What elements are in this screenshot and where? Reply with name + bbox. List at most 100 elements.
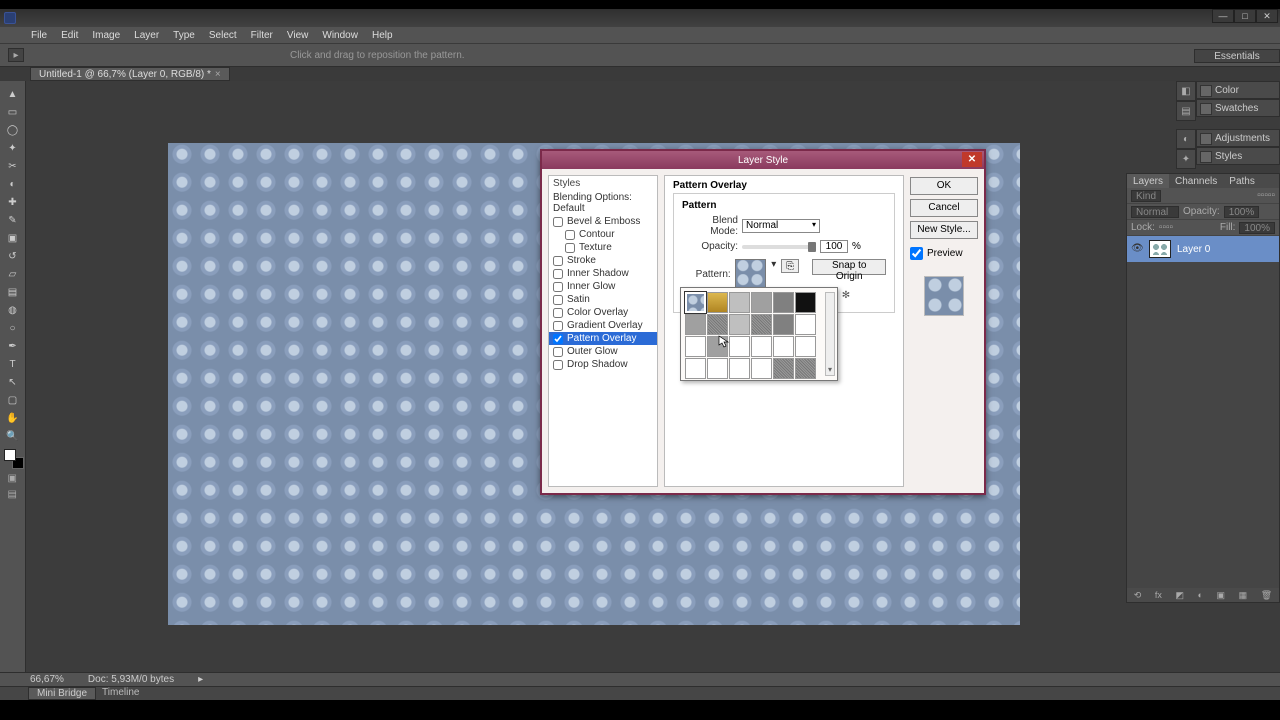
pattern-swatch-item[interactable] (707, 292, 728, 313)
pattern-swatch-item[interactable] (751, 358, 772, 379)
snap-to-origin-button[interactable]: Snap to Origin (812, 259, 886, 275)
quickmask-icon[interactable]: ▣ (8, 473, 18, 485)
style-outer-glow[interactable]: Outer Glow (549, 345, 657, 358)
hand-tool-icon[interactable]: ✋ (2, 409, 24, 427)
color-swatches-icon[interactable] (2, 447, 24, 469)
workspace-essentials-button[interactable]: Essentials (1194, 49, 1280, 63)
window-minimize-button[interactable]: — (1212, 9, 1234, 23)
menu-filter[interactable]: Filter (244, 30, 280, 41)
panel-strip-icon[interactable]: ◐ (1176, 129, 1196, 149)
menu-type[interactable]: Type (166, 30, 202, 41)
doc-info[interactable]: Doc: 5,93M/0 bytes (88, 674, 174, 685)
pattern-swatch-item[interactable] (795, 292, 816, 313)
zoom-tool-icon[interactable]: 🔍 (2, 427, 24, 445)
dialog-close-button[interactable]: ✕ (962, 152, 982, 167)
dodge-tool-icon[interactable]: ○ (2, 319, 24, 337)
layer-name-label[interactable]: Layer 0 (1177, 244, 1210, 255)
blend-mode-select[interactable]: Normal (1131, 206, 1179, 218)
marquee-tool-icon[interactable]: ▭ (2, 103, 24, 121)
menu-view[interactable]: View (280, 30, 316, 41)
lasso-tool-icon[interactable]: ◯ (2, 121, 24, 139)
new-preset-icon[interactable]: ⎘ (781, 259, 799, 273)
pattern-swatch-item[interactable] (685, 336, 706, 357)
close-icon[interactable]: × (215, 69, 221, 80)
style-color-overlay[interactable]: Color Overlay (549, 306, 657, 319)
style-contour[interactable]: Contour (549, 228, 657, 241)
gradient-tool-icon[interactable]: ▤ (2, 283, 24, 301)
pattern-swatch-item[interactable] (795, 336, 816, 357)
pattern-swatch-item[interactable] (685, 314, 706, 335)
picker-scrollbar[interactable]: ▾ (825, 292, 835, 376)
pattern-swatch-item[interactable] (773, 314, 794, 335)
panel-tab-adjustments[interactable]: Adjustments (1196, 129, 1280, 147)
panel-strip-icon[interactable]: ▤ (1176, 101, 1196, 121)
window-maximize-button[interactable]: □ (1234, 9, 1256, 23)
tab-paths[interactable]: Paths (1223, 174, 1261, 188)
blur-tool-icon[interactable]: ◍ (2, 301, 24, 319)
style-stroke[interactable]: Stroke (549, 254, 657, 267)
tab-layers[interactable]: Layers (1127, 174, 1169, 188)
menu-layer[interactable]: Layer (127, 30, 166, 41)
menu-select[interactable]: Select (202, 30, 244, 41)
pattern-swatch-item[interactable] (795, 314, 816, 335)
stamp-tool-icon[interactable]: ▣ (2, 229, 24, 247)
gear-icon[interactable]: ✻ (839, 290, 853, 304)
layer-row[interactable]: 👁 Layer 0 (1127, 236, 1279, 262)
move-tool-icon[interactable]: ▲ (2, 85, 24, 103)
wand-tool-icon[interactable]: ✦ (2, 139, 24, 157)
pattern-swatch-item[interactable] (729, 336, 750, 357)
chevron-right-icon[interactable]: ▸ (198, 674, 203, 685)
adjustment-icon[interactable]: ◐ (1198, 590, 1203, 600)
blend-mode-select[interactable]: Normal (742, 219, 820, 233)
pen-tool-icon[interactable]: ✒ (2, 337, 24, 355)
pattern-swatch-item[interactable] (729, 358, 750, 379)
new-style-button[interactable]: New Style... (910, 221, 978, 239)
crop-tool-icon[interactable]: ✂ (2, 157, 24, 175)
preview-checkbox[interactable] (910, 247, 923, 260)
pattern-swatch-item[interactable] (751, 336, 772, 357)
visibility-icon[interactable]: 👁 (1131, 243, 1143, 255)
panel-tab-color[interactable]: Color (1196, 81, 1280, 99)
style-inner-shadow[interactable]: Inner Shadow (549, 267, 657, 280)
style-satin[interactable]: Satin (549, 293, 657, 306)
lock-icons[interactable]: ▫▫▫▫ (1159, 222, 1173, 233)
style-bevel-emboss[interactable]: Bevel & Emboss (549, 215, 657, 228)
heal-tool-icon[interactable]: ✚ (2, 193, 24, 211)
styles-header[interactable]: Styles (549, 176, 657, 191)
cancel-button[interactable]: Cancel (910, 199, 978, 217)
foreground-color-swatch[interactable] (4, 449, 16, 461)
tab-channels[interactable]: Channels (1169, 174, 1223, 188)
pattern-swatch-item[interactable] (707, 336, 728, 357)
blending-options-row[interactable]: Blending Options: Default (549, 191, 657, 215)
eyedropper-tool-icon[interactable]: ◐ (2, 175, 24, 193)
shape-tool-icon[interactable]: ▢ (2, 391, 24, 409)
pattern-swatch-item[interactable] (795, 358, 816, 379)
group-icon[interactable]: ▣ (1217, 590, 1226, 601)
chevron-down-icon[interactable]: ▾ (770, 259, 777, 270)
filter-icon[interactable]: ▫▫▫▫▫ (1257, 190, 1275, 201)
tab-timeline[interactable]: Timeline (96, 687, 145, 700)
trash-icon[interactable]: 🗑 (1261, 590, 1272, 601)
menu-edit[interactable]: Edit (54, 30, 85, 41)
new-layer-icon[interactable]: ▦ (1239, 590, 1248, 601)
layer-filter-kind[interactable]: Kind (1131, 190, 1161, 202)
tab-mini-bridge[interactable]: Mini Bridge (28, 687, 96, 700)
opacity-value[interactable]: 100% (1224, 206, 1260, 218)
window-close-button[interactable]: ✕ (1256, 9, 1278, 23)
pattern-swatch-item[interactable] (685, 358, 706, 379)
menu-help[interactable]: Help (365, 30, 400, 41)
menu-window[interactable]: Window (315, 30, 365, 41)
pattern-swatch-item[interactable] (773, 292, 794, 313)
pattern-swatch-item[interactable] (773, 336, 794, 357)
history-brush-tool-icon[interactable]: ↺ (2, 247, 24, 265)
mask-icon[interactable]: ◩ (1175, 590, 1184, 601)
ok-button[interactable]: OK (910, 177, 978, 195)
style-pattern-overlay[interactable]: Pattern Overlay (549, 332, 657, 345)
panel-strip-icon[interactable]: ✦ (1176, 149, 1196, 169)
pattern-swatch-item[interactable] (707, 314, 728, 335)
pattern-swatch-item[interactable] (773, 358, 794, 379)
fx-icon[interactable]: fx (1155, 590, 1162, 600)
style-gradient-overlay[interactable]: Gradient Overlay (549, 319, 657, 332)
pattern-swatch-item[interactable] (729, 292, 750, 313)
panel-strip-icon[interactable]: ◧ (1176, 81, 1196, 101)
